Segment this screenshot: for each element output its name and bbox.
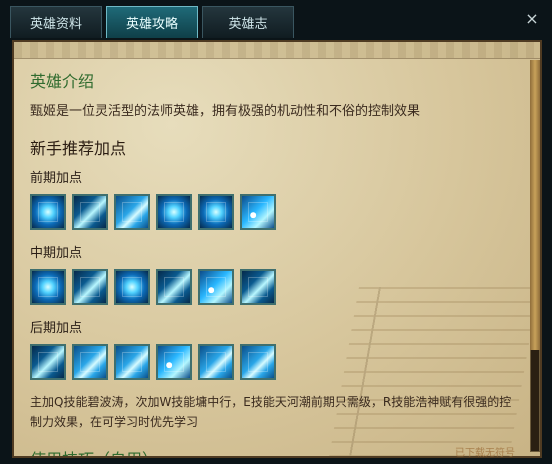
skill-w-icon[interactable] bbox=[72, 269, 108, 305]
skill-q-icon[interactable] bbox=[156, 194, 192, 230]
skill-group-early: 前期加点 bbox=[30, 167, 520, 230]
skill-r-icon[interactable] bbox=[198, 269, 234, 305]
tab-bar: 英雄资料 英雄攻略 英雄志 bbox=[10, 6, 294, 40]
hero-intro-text: 甄姬是一位灵活型的法师英雄，拥有极强的机动性和不俗的控制效果 bbox=[30, 104, 421, 119]
group-label-early: 前期加点 bbox=[30, 171, 83, 186]
recommended-skill-title: 新手推荐加点 bbox=[30, 139, 127, 158]
hero-guide-window: 英雄资料 英雄攻略 英雄志 × 英雄介绍 甄姬是一位灵活型的法师英雄，拥有极强的… bbox=[0, 0, 552, 464]
panel-pattern bbox=[14, 42, 540, 59]
skill-e-icon[interactable] bbox=[240, 344, 276, 380]
skill-w-icon[interactable] bbox=[72, 194, 108, 230]
group-label-mid: 中期加点 bbox=[30, 246, 83, 261]
skill-w-icon[interactable] bbox=[30, 344, 66, 380]
tab-hero-lore[interactable]: 英雄志 bbox=[202, 6, 294, 38]
skill-e-icon[interactable] bbox=[114, 344, 150, 380]
hero-intro-title: 英雄介绍 bbox=[30, 72, 95, 91]
skill-q-icon[interactable] bbox=[114, 269, 150, 305]
skill-q-icon[interactable] bbox=[30, 269, 66, 305]
skill-q-icon[interactable] bbox=[30, 194, 66, 230]
skill-group-mid: 中期加点 bbox=[30, 242, 520, 305]
skill-q-icon[interactable] bbox=[198, 194, 234, 230]
skill-e-icon[interactable] bbox=[198, 344, 234, 380]
close-icon[interactable]: × bbox=[522, 9, 542, 29]
skill-row-late bbox=[30, 344, 520, 380]
skill-r-icon[interactable] bbox=[240, 194, 276, 230]
content-panel: 英雄介绍 甄姬是一位灵活型的法师英雄，拥有极强的机动性和不俗的控制效果 新手推荐… bbox=[12, 40, 542, 458]
group-label-late: 后期加点 bbox=[30, 321, 83, 336]
usage-tips-title: 使用技巧（自用） bbox=[30, 446, 520, 456]
tab-hero-info[interactable]: 英雄资料 bbox=[10, 6, 102, 38]
skill-row-mid bbox=[30, 269, 520, 305]
skill-w-icon[interactable] bbox=[240, 269, 276, 305]
skill-tip-text: 主加Q技能碧波涛，次加W技能墉中行，E技能天河潮前期只需级，R技能浩神赋有很强的… bbox=[30, 395, 512, 429]
skill-r-icon[interactable] bbox=[156, 344, 192, 380]
skill-group-late: 后期加点 bbox=[30, 317, 520, 380]
content: 英雄介绍 甄姬是一位灵活型的法师英雄，拥有极强的机动性和不俗的控制效果 新手推荐… bbox=[30, 68, 520, 456]
skill-row-early bbox=[30, 194, 520, 230]
skill-e-icon[interactable] bbox=[72, 344, 108, 380]
skill-e-icon[interactable] bbox=[114, 194, 150, 230]
tab-hero-guide[interactable]: 英雄攻略 bbox=[106, 6, 198, 38]
skill-w-icon[interactable] bbox=[156, 269, 192, 305]
scrollbar-thumb[interactable] bbox=[530, 60, 540, 350]
watermark-text: 已下载无符号 bbox=[455, 448, 515, 459]
